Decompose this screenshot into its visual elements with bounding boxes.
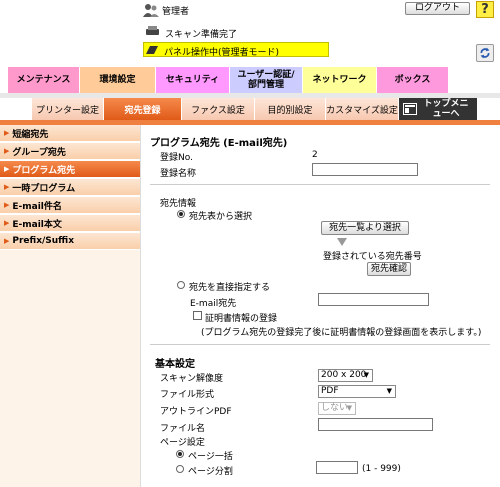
top-menu-icon [403, 103, 417, 115]
cert-checkbox[interactable] [193, 311, 202, 320]
sidebar-item-program[interactable]: ▶ プログラム宛先 [0, 161, 140, 178]
subtab-printer[interactable]: プリンター設定 [32, 98, 104, 120]
file-name-input[interactable] [318, 418, 433, 431]
page-split-input[interactable] [316, 461, 358, 474]
subtab-fax[interactable]: ファクス設定 [182, 98, 255, 120]
sidebar-item-email-body[interactable]: ▶ E-mail本文 [0, 215, 140, 232]
admin-label: 管理者 [162, 7, 190, 17]
select-from-list-radio[interactable] [177, 210, 185, 218]
email-label: E-mail宛先 [190, 299, 237, 309]
subtab-customize[interactable]: カスタマイズ設定 [326, 98, 399, 120]
admin-user-icon [143, 4, 159, 17]
printer-icon [146, 26, 159, 35]
select-from-list-button[interactable]: 宛先一覧より選択 [321, 221, 409, 235]
page-all-radio[interactable] [176, 450, 184, 458]
cert-note: (プログラム宛先の登録完了後に証明書情報の登録画面を表示します。) [201, 328, 482, 338]
sidebar-divider [140, 125, 141, 487]
scan-res-label: スキャン解像度 [160, 374, 224, 384]
basic-settings-label: 基本設定 [155, 359, 195, 370]
tab-box[interactable]: ボックス [377, 67, 449, 93]
select-from-list-label: 宛先表から選択 [189, 212, 253, 222]
subtab-purpose[interactable]: 目的別設定 [255, 98, 326, 120]
panel-mode-text: パネル操作中(管理者モード) [164, 48, 280, 58]
sidebar-item-temp-program[interactable]: ▶ 一時プログラム [0, 179, 140, 196]
tab-user-auth[interactable]: ユーザー認証/部門管理 [230, 67, 303, 93]
file-format-label: ファイル形式 [160, 390, 215, 400]
reg-name-label: 登録名称 [160, 169, 197, 179]
tab-network[interactable]: ネットワーク [303, 67, 377, 93]
sidebar-item-email-subject[interactable]: ▶ E-mail件名 [0, 197, 140, 214]
sidebar-item-speed-dial[interactable]: ▶ 短縮宛先 [0, 125, 140, 142]
scan-status-text: スキャン準備完了 [165, 30, 238, 40]
tab-security[interactable]: セキュリティ [156, 67, 230, 93]
page-split-label: ページ分割 [188, 467, 233, 477]
reg-name-input[interactable] [312, 163, 418, 176]
sidebar-item-group[interactable]: ▶ グループ宛先 [0, 143, 140, 160]
registered-no-label: 登録されている宛先番号 [323, 252, 422, 262]
confirm-dest-button[interactable]: 宛先確認 [367, 262, 411, 276]
refresh-icon[interactable] [476, 44, 494, 62]
tab-maintenance[interactable]: メンテナンス [8, 67, 80, 93]
subtab-destination[interactable]: 宛先登録 [104, 98, 182, 120]
outline-select: しない ▼ [318, 402, 356, 415]
down-arrow-icon [337, 238, 347, 246]
divider [150, 344, 490, 345]
help-button[interactable]: ? [476, 1, 494, 18]
logout-button[interactable]: ログアウト [405, 2, 470, 15]
page-all-label: ページ一括 [188, 452, 233, 462]
page-setting-label: ページ設定 [160, 438, 205, 448]
scan-res-select[interactable]: 200 x 200 ▼ [318, 369, 373, 382]
page-split-range: (1 - 999) [362, 464, 401, 474]
page-split-radio[interactable] [176, 465, 184, 473]
top-menu-button[interactable]: トップメニューへ [399, 98, 478, 120]
file-format-select[interactable]: PDF ▼ [318, 385, 396, 398]
sidebar-background [0, 250, 140, 487]
direct-input-label: 宛先を直接指定する [189, 283, 271, 293]
outline-label: アウトラインPDF [160, 407, 232, 417]
cert-label: 証明書情報の登録 [205, 314, 278, 324]
page-title: プログラム宛先 (E-mail宛先) [150, 138, 288, 149]
reg-no-label: 登録No. [160, 153, 193, 163]
dest-info-label: 宛先情報 [160, 199, 197, 209]
sidebar-item-prefix-suffix[interactable]: ▶ Prefix/Suffix [0, 233, 140, 250]
reg-no-value: 2 [312, 150, 318, 160]
tab-environment[interactable]: 環境設定 [80, 67, 156, 93]
divider [150, 184, 490, 185]
file-name-label: ファイル名 [160, 424, 206, 434]
panel-icon [146, 46, 158, 54]
direct-input-radio[interactable] [177, 281, 185, 289]
email-input[interactable] [318, 293, 429, 306]
